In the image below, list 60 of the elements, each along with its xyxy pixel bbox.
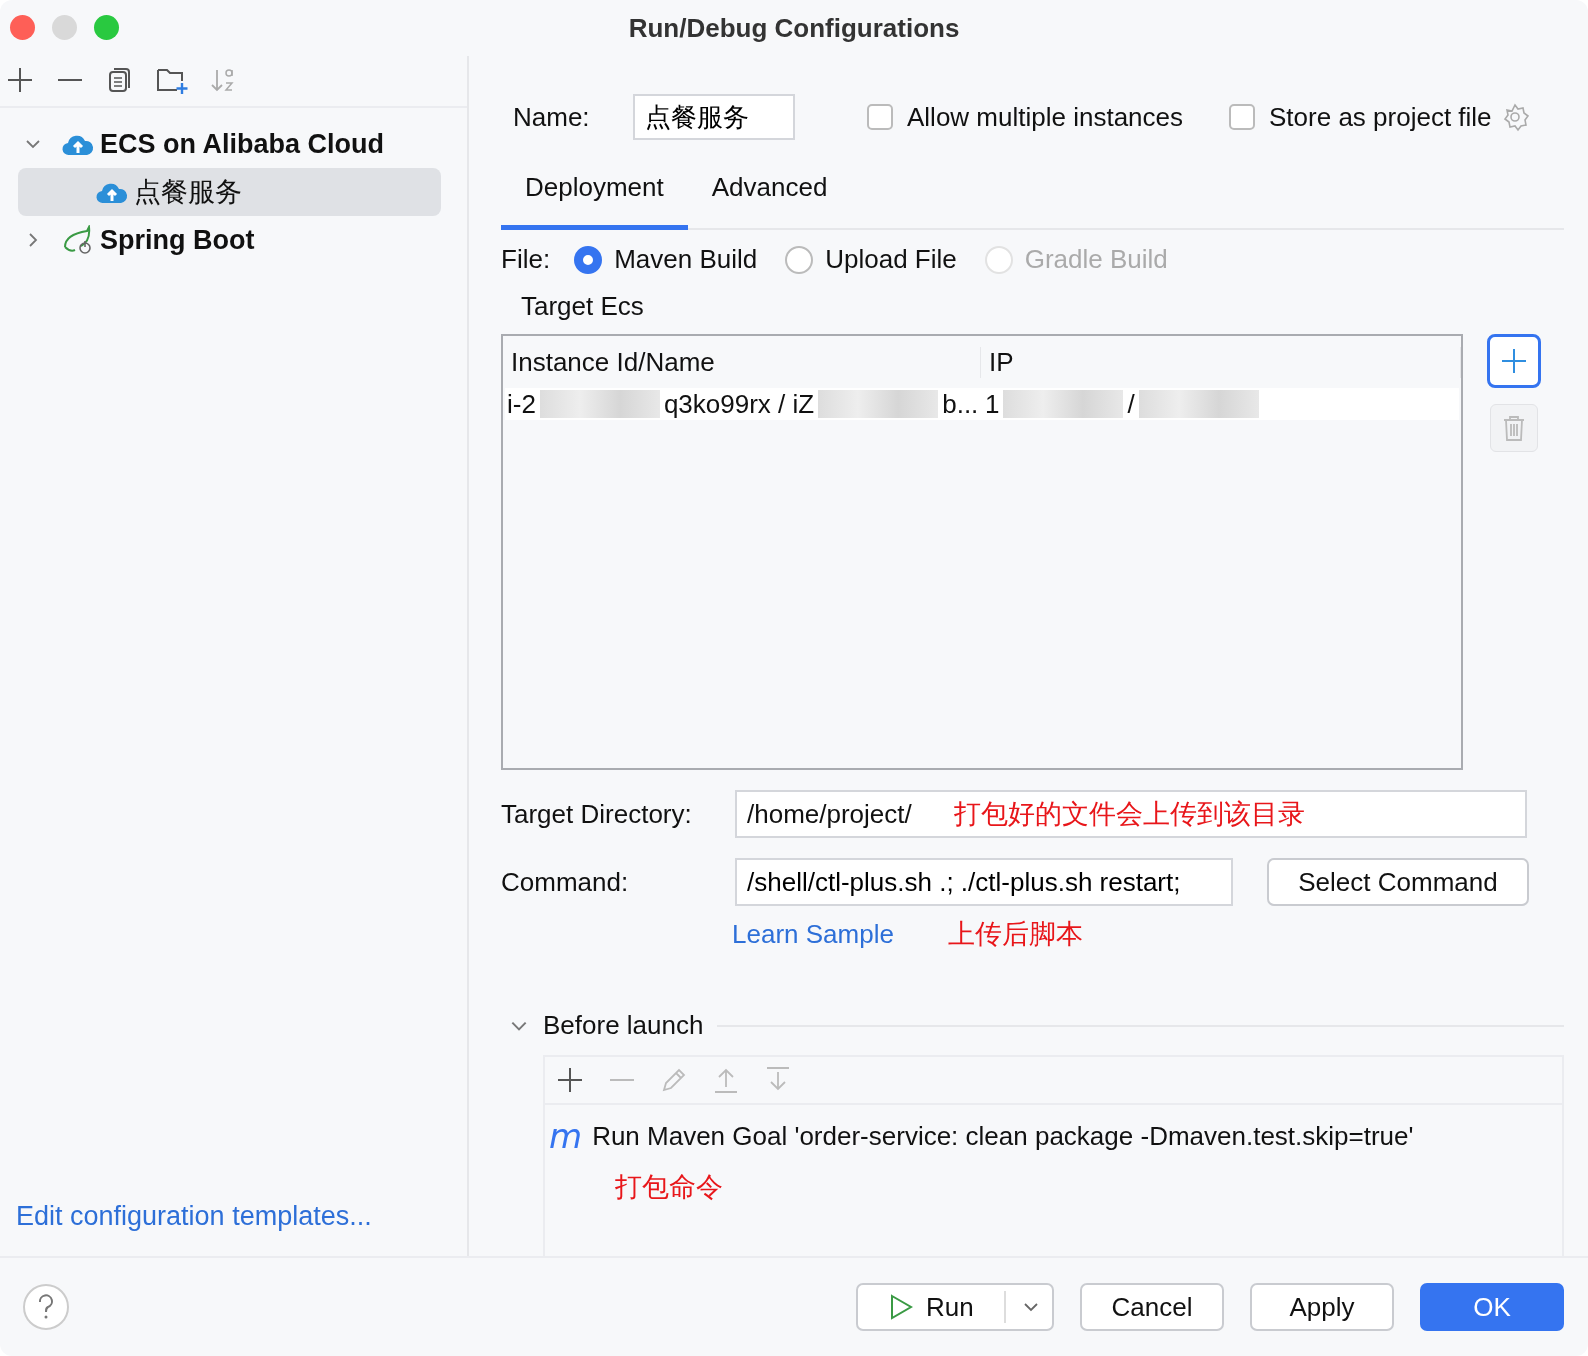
annotation-text: 打包好的文件会上传到该目录 [953,798,1305,831]
annotation-text: 上传后脚本 [947,918,1083,951]
column-header: IP [981,346,1461,378]
name-label: Name: [513,101,591,133]
add-icon[interactable] [555,1065,585,1095]
cell-text: b... [942,388,979,420]
close-button[interactable] [10,15,35,40]
checkbox-label: Store as project file [1269,101,1492,133]
task-item[interactable]: m Run Maven Goal 'order-service: clean package -Dmaven.test.skip=true' [545,1105,1562,1153]
annotation-text: 打包命令 [615,1171,723,1204]
edit-templates-link[interactable]: Edit configuration templates... [0,1201,467,1232]
section-title: Before launch [543,1010,704,1041]
column-header: Instance Id/Name [503,346,981,378]
dialog-button[interactable]: OK [1420,1283,1564,1331]
tab[interactable]: Advanced [687,158,852,230]
play-icon [888,1293,914,1321]
cell-text: 1 [985,388,1000,420]
cell-text: i-2 [507,388,536,420]
radio-button[interactable] [785,245,814,274]
checkbox-label: Allow multiple instances [907,101,1183,133]
checkbox[interactable] [867,104,893,130]
task-label: Run Maven Goal 'order-service: clean package -Dmaven.test.skip=true' [592,1120,1414,1152]
cell-text: / [1127,388,1135,420]
target-directory-field[interactable]: /home/project/ 打包好的文件会上传到该目录 [735,790,1527,838]
field-value: /home/project/ [747,798,912,830]
table-row[interactable]: i-2 q3ko99rx / iZ b... 1 / [505,388,1459,420]
leaf-power-icon [62,225,94,255]
run-button[interactable]: Run [856,1283,1054,1331]
command-field[interactable]: /shell/ctl-plus.sh .; ./ctl-plus.sh restart; [735,858,1233,906]
add-button[interactable] [1487,334,1541,388]
file-label: File: [501,244,551,275]
field-label: Command: [501,866,630,898]
dialog-button[interactable]: Cancel [1080,1283,1224,1331]
delete-button[interactable] [1490,404,1538,452]
radio-button[interactable] [574,245,603,274]
radio-label: Gradle Build [1024,244,1168,275]
learn-sample-link[interactable]: Learn Sample [732,918,894,950]
tree-item-label: ECS on Alibaba Cloud [100,128,384,160]
add-icon[interactable] [5,65,35,95]
radio-label: Upload File [825,244,957,275]
tab[interactable]: Deployment [501,158,688,230]
section-title: Target Ecs [521,291,645,322]
tree-item-label: 点餐服务 [134,176,242,209]
cell-text: q3ko99rx / iZ [663,388,815,420]
tree-item[interactable]: Spring Boot [18,216,441,264]
zoom-button[interactable] [94,15,119,40]
field-label: Target Directory: [501,798,693,830]
plus-icon [1499,346,1529,376]
tree-item-label: Spring Boot [100,224,255,256]
dialog-button[interactable]: Apply [1250,1283,1394,1331]
radio-label: Maven Build [614,244,758,275]
select-command-button[interactable]: Select Command [1267,858,1529,906]
button-label: Run [926,1291,974,1323]
tree-item[interactable]: 点餐服务 [18,168,441,216]
checkbox[interactable] [1229,104,1255,130]
help-button[interactable] [23,1284,69,1330]
window-title: Run/Debug Configurations [628,12,960,44]
maven-icon: m [549,1119,583,1153]
name-field[interactable]: 点餐服务 [633,94,795,140]
tree-item[interactable]: ECS on Alibaba Cloud [18,120,441,168]
